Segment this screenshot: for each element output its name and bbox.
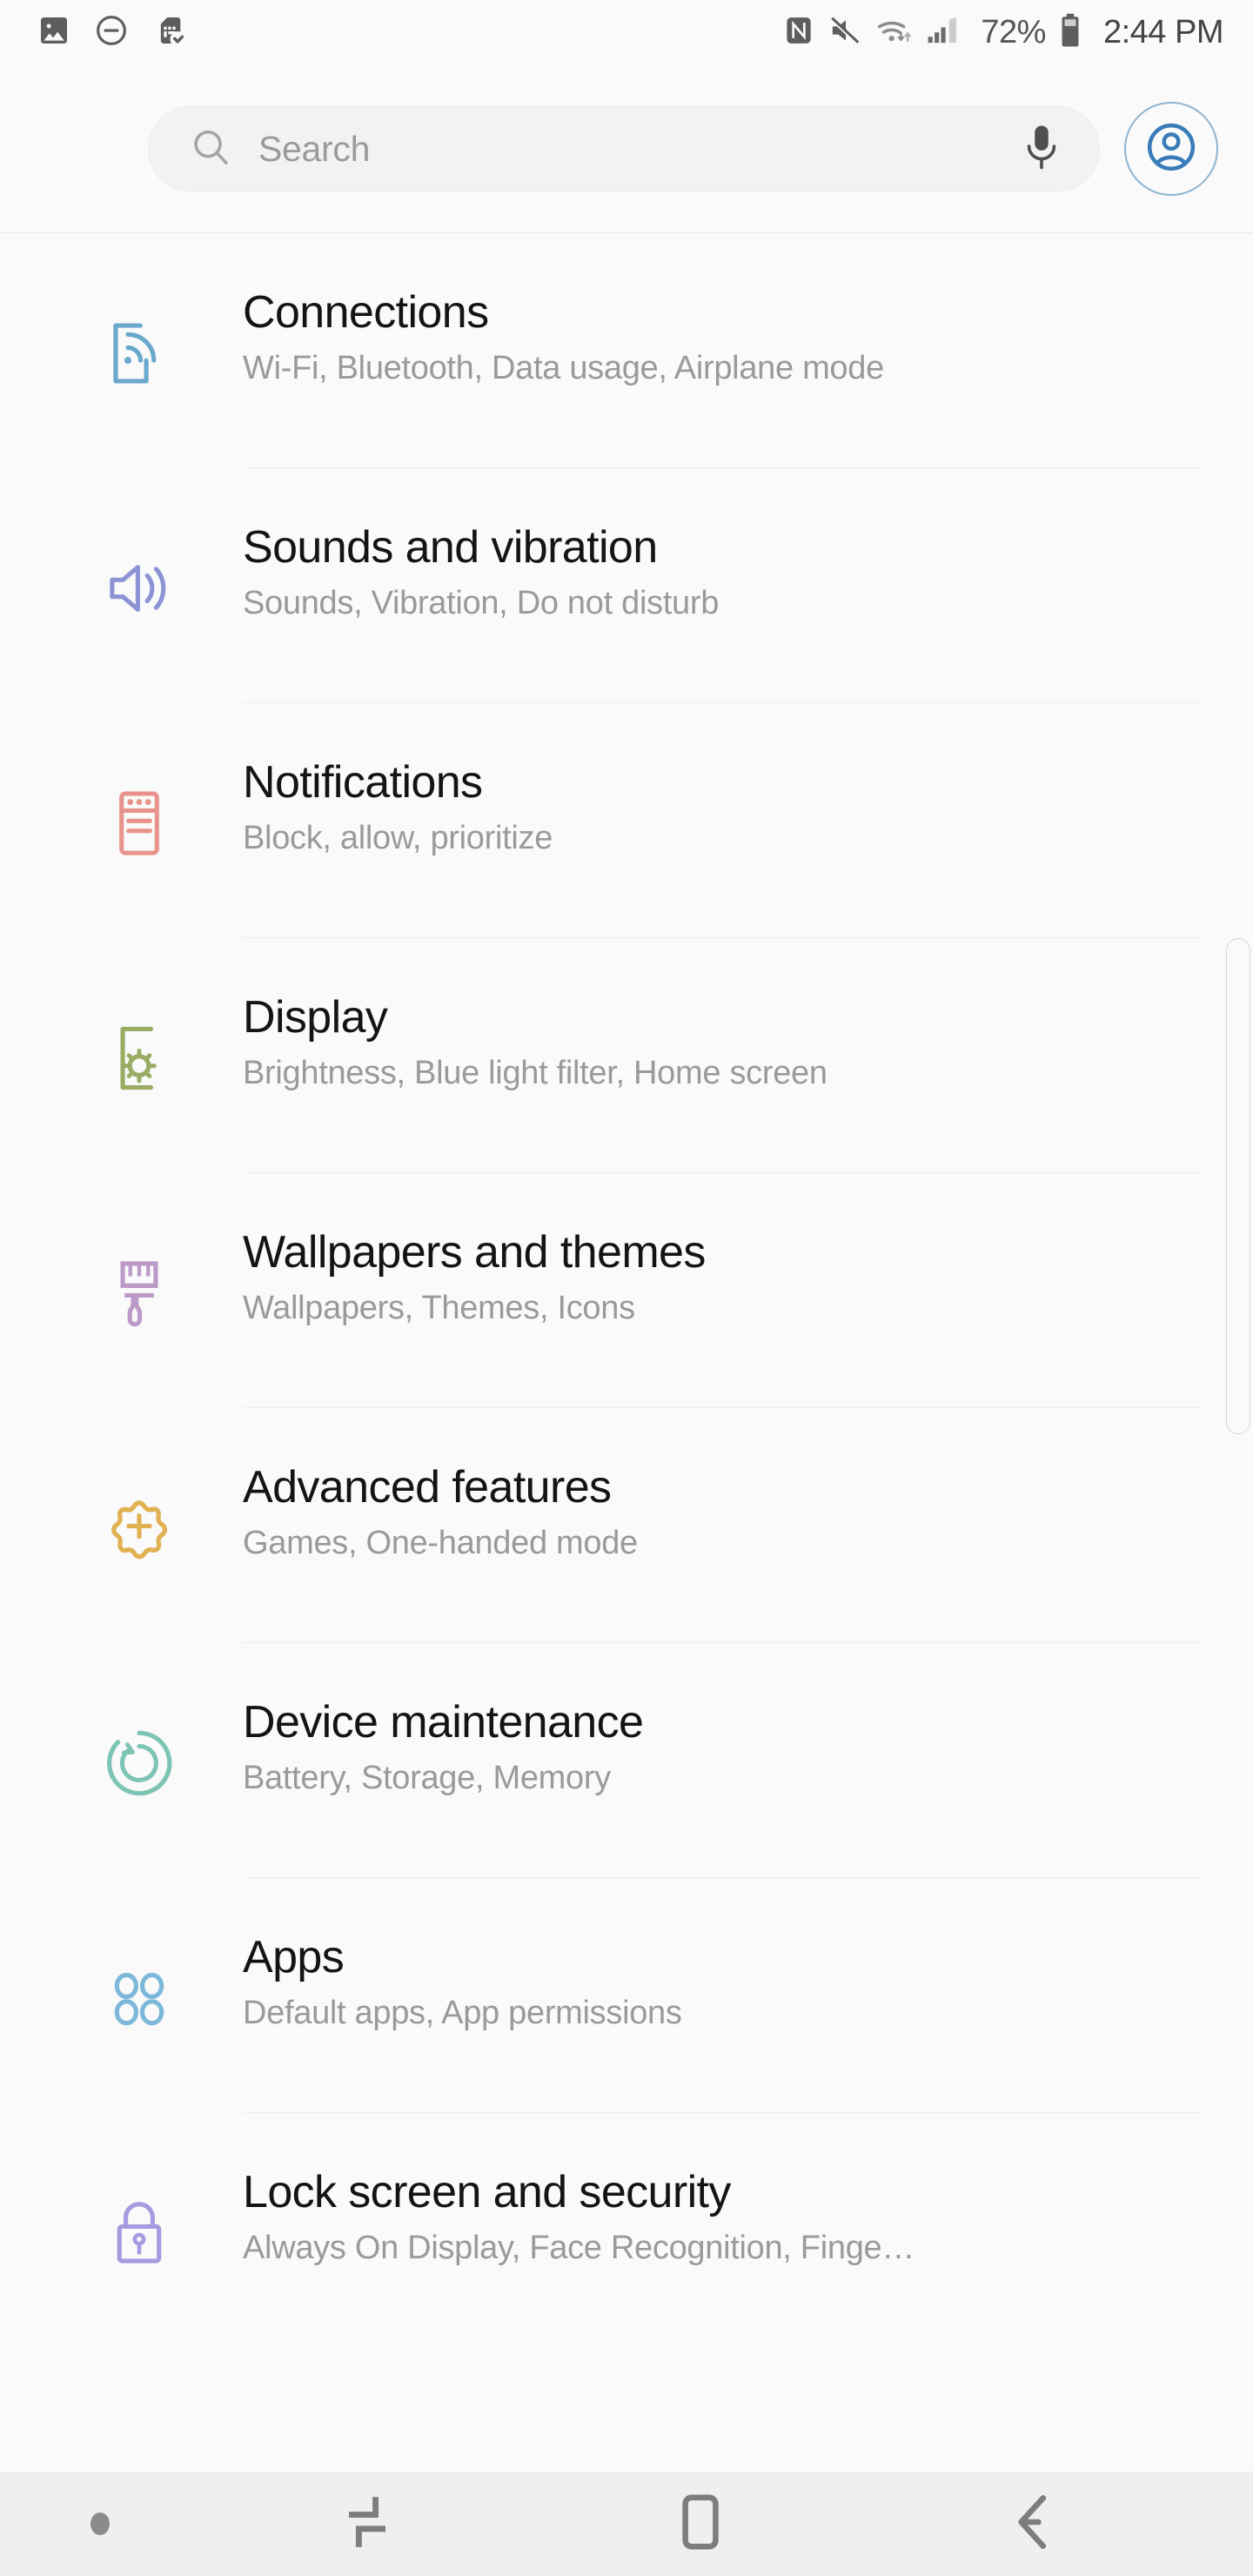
settings-item-subtitle: Default apps, App permissions: [243, 1995, 682, 2032]
advanced-features-icon: [91, 1408, 187, 1568]
sim-card-off-icon: [151, 13, 186, 52]
settings-item-title: Advanced features: [243, 1462, 612, 1513]
scrollbar-thumb[interactable]: [1226, 938, 1250, 1434]
do-not-disturb-icon: [94, 13, 129, 52]
settings-item-text: Display Brightness, Blue light filter, H…: [187, 938, 1253, 1092]
settings-item-title: Wallpapers and themes: [243, 1227, 706, 1278]
settings-item-sounds-and-vibration[interactable]: Sounds and vibration Sounds, Vibration, …: [0, 468, 1253, 703]
battery-icon: [1058, 12, 1082, 53]
settings-item-text: Device maintenance Battery, Storage, Mem…: [187, 1643, 1253, 1797]
recents-button[interactable]: [200, 2472, 533, 2576]
wifi-icon: [874, 13, 915, 52]
settings-item-text: Apps Default apps, App permissions: [187, 1878, 1253, 2032]
settings-item-text: Notifications Block, allow, prioritize: [187, 703, 1253, 857]
home-icon: [672, 2491, 729, 2558]
settings-item-wallpapers-and-themes[interactable]: Wallpapers and themes Wallpapers, Themes…: [0, 1173, 1253, 1408]
account-avatar-icon: [1143, 119, 1199, 179]
nav-indicator-dot-wrap: [0, 2512, 200, 2535]
settings-item-title: Lock screen and security: [243, 2167, 731, 2217]
settings-item-subtitle: Wallpapers, Themes, Icons: [243, 1290, 635, 1327]
nav-indicator-dot-icon: [90, 2512, 110, 2535]
settings-item-lock-screen-and-security[interactable]: Lock screen and security Always On Displ…: [0, 2113, 1253, 2298]
microphone-icon[interactable]: [1022, 123, 1061, 176]
nfc-icon: [782, 14, 815, 51]
settings-item-subtitle: Sounds, Vibration, Do not disturb: [243, 585, 720, 622]
back-arrow-icon: [1005, 2491, 1062, 2558]
sounds-vibration-icon: [91, 468, 187, 628]
clock: 2:44 PM: [1102, 14, 1224, 50]
status-bar-right-icons: 72% 2:44 PM: [782, 12, 1224, 53]
search-placeholder: Search: [258, 128, 371, 169]
settings-item-display[interactable]: Display Brightness, Blue light filter, H…: [0, 938, 1253, 1173]
settings-item-title: Apps: [243, 1932, 345, 1982]
settings-item-title: Sounds and vibration: [243, 522, 658, 573]
signal-bars-icon: [927, 13, 963, 52]
settings-item-advanced-features[interactable]: Advanced features Games, One-handed mode: [0, 1408, 1253, 1643]
settings-item-title: Device maintenance: [243, 1697, 644, 1748]
connections-icon: [91, 233, 187, 393]
lock-screen-security-icon: [91, 2113, 187, 2273]
settings-item-subtitle: Battery, Storage, Memory: [243, 1760, 611, 1797]
battery-percent: 72%: [981, 14, 1046, 50]
settings-item-notifications[interactable]: Notifications Block, allow, prioritize: [0, 703, 1253, 938]
settings-item-subtitle: Always On Display, Face Recognition, Fin…: [243, 2230, 915, 2267]
settings-item-subtitle: Brightness, Blue light filter, Home scre…: [243, 1055, 828, 1092]
wallpapers-themes-icon: [91, 1173, 187, 1333]
settings-item-text: Wallpapers and themes Wallpapers, Themes…: [187, 1173, 1253, 1327]
settings-item-text: Lock screen and security Always On Displ…: [187, 2113, 1253, 2267]
screenshot-image-icon: [37, 13, 71, 52]
home-button[interactable]: [533, 2472, 867, 2576]
mute-icon: [828, 13, 862, 52]
account-avatar-button[interactable]: [1124, 102, 1218, 196]
settings-item-title: Display: [243, 992, 388, 1043]
settings-item-text: Connections Wi-Fi, Bluetooth, Data usage…: [187, 233, 1253, 387]
device-maintenance-icon: [91, 1643, 187, 1803]
settings-item-connections[interactable]: Connections Wi-Fi, Bluetooth, Data usage…: [0, 233, 1253, 468]
notifications-icon: [91, 703, 187, 863]
settings-item-text: Sounds and vibration Sounds, Vibration, …: [187, 468, 1253, 622]
settings-item-title: Connections: [243, 287, 489, 338]
search-input[interactable]: Search: [148, 105, 1100, 192]
navigation-bar: [0, 2472, 1253, 2576]
search-icon: [189, 125, 232, 173]
apps-icon: [91, 1878, 187, 2038]
settings-item-device-maintenance[interactable]: Device maintenance Battery, Storage, Mem…: [0, 1643, 1253, 1878]
settings-item-subtitle: Wi-Fi, Bluetooth, Data usage, Airplane m…: [243, 350, 884, 387]
settings-item-subtitle: Block, allow, prioritize: [243, 820, 553, 857]
status-bar: 72% 2:44 PM: [0, 0, 1253, 65]
back-button[interactable]: [868, 2472, 1201, 2576]
display-icon: [91, 938, 187, 1098]
settings-item-apps[interactable]: Apps Default apps, App permissions: [0, 1878, 1253, 2113]
status-bar-left-icons: [37, 13, 186, 52]
settings-item-title: Notifications: [243, 757, 483, 808]
settings-list[interactable]: Connections Wi-Fi, Bluetooth, Data usage…: [0, 233, 1253, 2298]
search-header: Search: [0, 65, 1253, 233]
settings-item-subtitle: Games, One-handed mode: [243, 1525, 638, 1562]
recents-icon: [338, 2491, 396, 2558]
settings-item-text: Advanced features Games, One-handed mode: [187, 1408, 1253, 1562]
